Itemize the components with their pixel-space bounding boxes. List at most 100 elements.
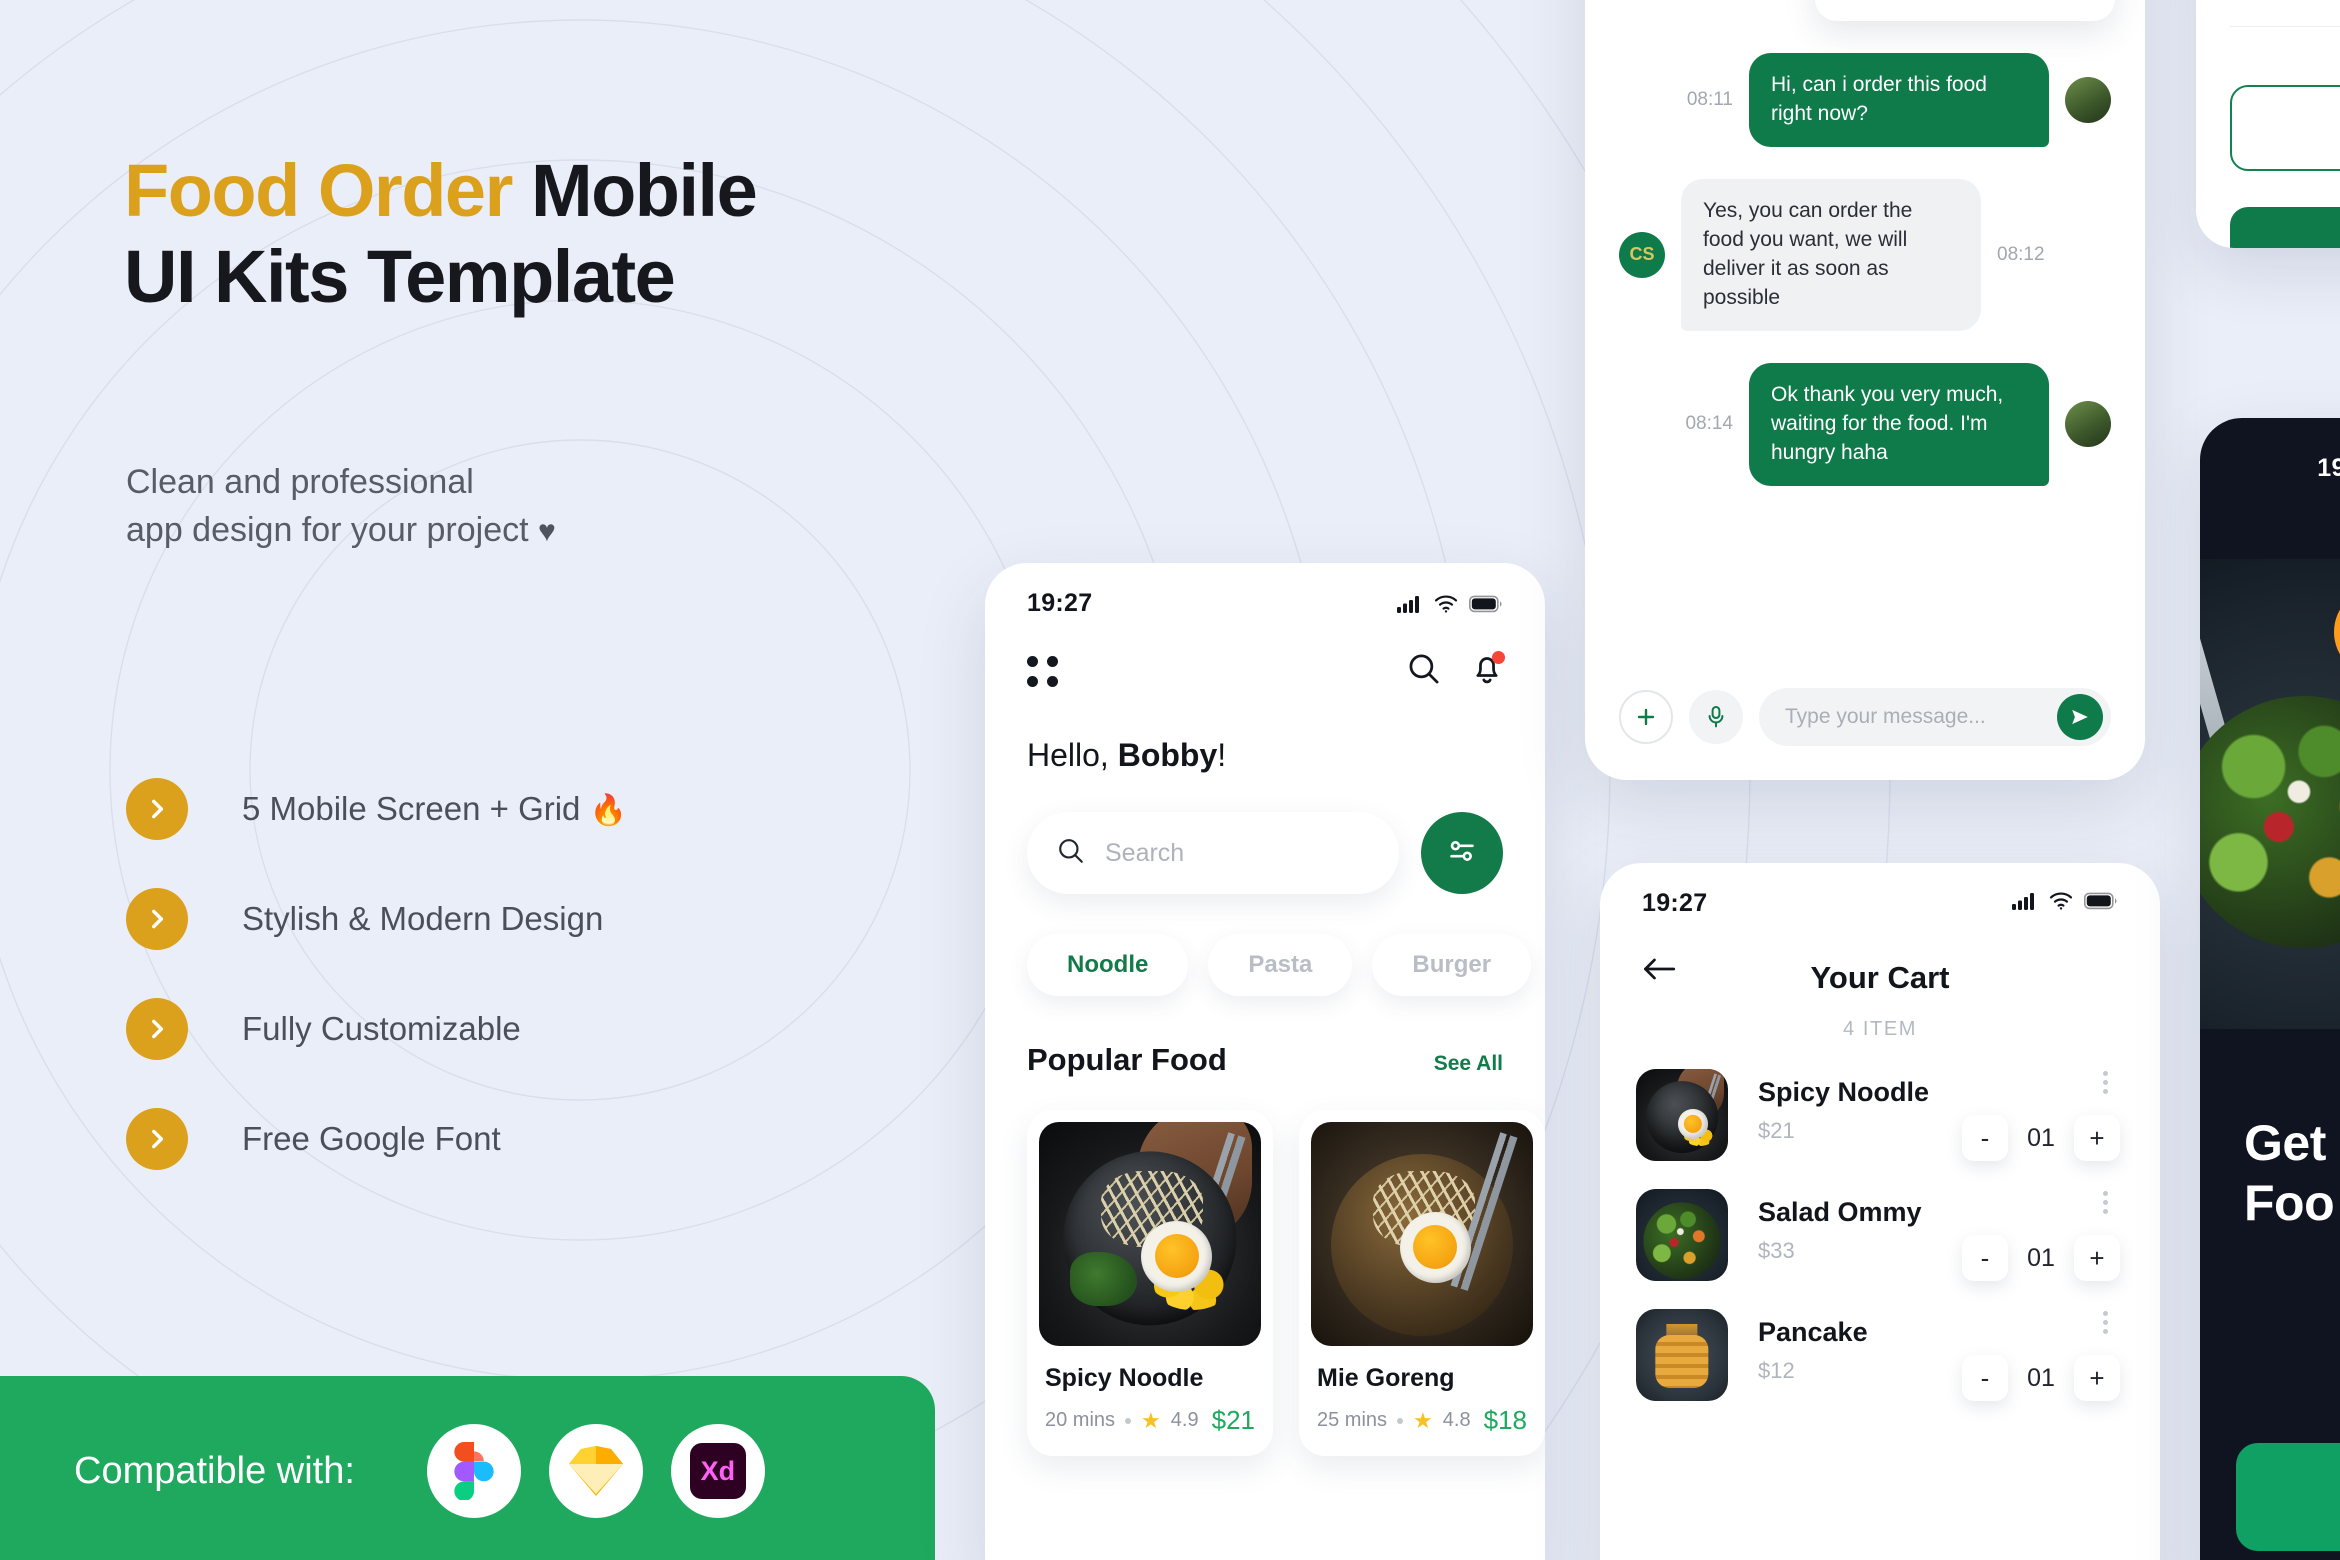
cart-row: Spicy Noodle $21 - 01 +	[1600, 1041, 2160, 1161]
cart-screen-mockup: 19:27 Your Cart 4 ITEM Spicy Noodle $21 …	[1600, 863, 2160, 1560]
title-accent: Food Order	[124, 149, 513, 232]
list-item: Fully Customizable	[126, 992, 627, 1066]
decrease-quantity-button[interactable]: -	[1962, 1235, 2008, 1281]
chat-message-row: 08:14 Ok thank you very much, waiting fo…	[1619, 362, 2111, 486]
chat-product-card[interactable]: Spicy Noodle 20 mins ★ 4.9 $213	[1815, 0, 2115, 21]
battery-icon	[2084, 892, 2118, 915]
sketch-icon	[548, 1424, 643, 1518]
item-price: $21	[1758, 1118, 1795, 1143]
kebab-menu-icon[interactable]	[2103, 1311, 2108, 1334]
chat-body: Spicy Noodle 20 mins ★ 4.9 $213 08:11 Hi…	[1585, 0, 2145, 780]
quantity-value: 01	[2027, 1363, 2055, 1392]
form-screen-mockup	[2196, 0, 2340, 248]
onboarding-cta-button[interactable]	[2236, 1443, 2340, 1551]
food-image	[1039, 1122, 1261, 1346]
divider	[2230, 26, 2340, 27]
wifi-icon	[2049, 892, 2073, 915]
microphone-icon[interactable]	[1689, 690, 1743, 744]
status-time: 19:27	[2317, 454, 2340, 482]
send-icon[interactable]	[2057, 694, 2103, 740]
food-rating: 4.9	[1170, 1409, 1199, 1431]
food-price: $21	[1211, 1405, 1255, 1435]
kebab-menu-icon[interactable]	[2103, 1191, 2108, 1214]
status-bar: 19:27	[1600, 863, 2160, 918]
compatible-label: Compatible with:	[74, 1449, 355, 1492]
item-thumbnail	[1636, 1309, 1728, 1401]
chat-screen-mockup: Spicy Noodle 20 mins ★ 4.9 $213 08:11 Hi…	[1585, 0, 2145, 780]
item-name: Pancake	[1758, 1317, 1868, 1347]
status-bar: 19:27	[985, 563, 1545, 618]
list-item: Stylish & Modern Design	[126, 882, 627, 956]
greeting-prefix: Hello,	[1027, 737, 1118, 773]
secondary-button[interactable]	[2230, 85, 2340, 171]
food-card[interactable]: Spicy Noodle 20 mins ★ 4.9 $21	[1027, 1110, 1273, 1456]
hero-image	[2200, 559, 2340, 1029]
search-icon[interactable]	[1407, 652, 1441, 691]
feature-label: Stylish & Modern Design	[242, 900, 604, 937]
compatible-with-bar: Compatible with: Xd	[0, 1376, 935, 1560]
feature-list: 5 Mobile Screen + Grid 🔥 Stylish & Moder…	[126, 772, 627, 1212]
bell-icon[interactable]	[1471, 651, 1505, 691]
filter-button[interactable]	[1421, 812, 1503, 894]
feature-label: Fully Customizable	[242, 1010, 521, 1047]
increase-quantity-button[interactable]: +	[2074, 1235, 2120, 1281]
star-icon: ★	[1141, 1407, 1161, 1433]
search-icon	[1057, 837, 1085, 870]
category-chip-noodle[interactable]: Noodle	[1027, 934, 1189, 996]
plus-icon[interactable]	[1619, 690, 1673, 744]
quantity-value: 01	[2027, 1243, 2055, 1272]
signal-icon	[1397, 595, 1423, 613]
food-meta-left: 20 mins ★ 4.9	[1831, 0, 1985, 1]
chevron-right-icon	[126, 1108, 188, 1170]
food-image	[1311, 1122, 1533, 1346]
food-meta-left: 25 mins ★ 4.8	[1317, 1408, 1471, 1434]
food-meta-left: 20 mins ★ 4.9	[1045, 1408, 1199, 1434]
title-rest: Mobile	[511, 149, 758, 232]
category-chip-burger[interactable]: Burger	[1372, 934, 1532, 996]
message-bubble: Ok thank you very much, waiting for the …	[1749, 362, 2049, 486]
increase-quantity-button[interactable]: +	[2074, 1115, 2120, 1161]
page-title: Food Order Mobile UI Kits Template	[124, 148, 758, 320]
quantity-stepper: - 01 +	[1962, 1355, 2120, 1401]
item-thumbnail	[1636, 1189, 1728, 1281]
food-card-list: Spicy Noodle 20 mins ★ 4.9 $21 Mie Goren…	[985, 1078, 1545, 1456]
food-meta: 25 mins ★ 4.8 $18	[1311, 1393, 1533, 1436]
user-avatar	[2065, 401, 2111, 448]
grid-menu-icon[interactable]	[1027, 656, 1058, 687]
chat-message-row: 08:11 Hi, can i order this food right no…	[1619, 53, 2111, 147]
decrease-quantity-button[interactable]: -	[1962, 1115, 2008, 1161]
item-name: Spicy Noodle	[1758, 1077, 1930, 1107]
promo-panel: Food Order Mobile UI Kits Template Clean…	[0, 0, 1000, 1560]
xd-badge: Xd	[689, 1443, 746, 1499]
popular-food-header: Popular Food See All	[985, 996, 1545, 1078]
item-thumbnail	[1636, 1069, 1728, 1161]
star-icon: ★	[1413, 1407, 1433, 1433]
kebab-menu-icon[interactable]	[2103, 1071, 2108, 1094]
chat-input-bar: Type your message...	[1585, 662, 2145, 780]
see-all-link[interactable]: See All	[1434, 1052, 1503, 1076]
search-input[interactable]: Search	[1027, 812, 1399, 894]
category-chip-pasta[interactable]: Pasta	[1208, 934, 1353, 996]
greeting-suffix: !	[1217, 737, 1227, 773]
chat-message-list[interactable]: Spicy Noodle 20 mins ★ 4.9 $213 08:11 Hi…	[1585, 0, 2145, 662]
food-name: Mie Goreng	[1317, 1364, 1455, 1392]
message-input[interactable]: Type your message...	[1759, 688, 2111, 746]
increase-quantity-button[interactable]: +	[2074, 1355, 2120, 1401]
message-bubble: Hi, can i order this food right now?	[1749, 53, 2049, 147]
message-bubble: Yes, you can order the food you want, we…	[1681, 178, 1981, 331]
separator-dot	[1125, 1417, 1132, 1424]
chevron-right-icon	[126, 998, 188, 1060]
wifi-icon	[1434, 595, 1458, 613]
primary-button[interactable]	[2230, 207, 2340, 248]
message-timestamp: 08:11	[1686, 88, 1733, 110]
food-price: $18	[1483, 1405, 1527, 1435]
adobe-xd-icon: Xd	[670, 1424, 765, 1518]
decrease-quantity-button[interactable]: -	[1962, 1355, 2008, 1401]
feature-label: 5 Mobile Screen + Grid 🔥	[242, 790, 627, 828]
home-top-bar	[985, 618, 1545, 691]
food-card[interactable]: Mie Goreng 25 mins ★ 4.8 $18	[1299, 1110, 1545, 1456]
arrow-left-icon[interactable]	[1642, 956, 1676, 987]
top-actions	[1407, 651, 1505, 691]
food-time: 25 mins	[1317, 1409, 1388, 1431]
onboarding-title-line-2: Foo	[2244, 1175, 2335, 1231]
